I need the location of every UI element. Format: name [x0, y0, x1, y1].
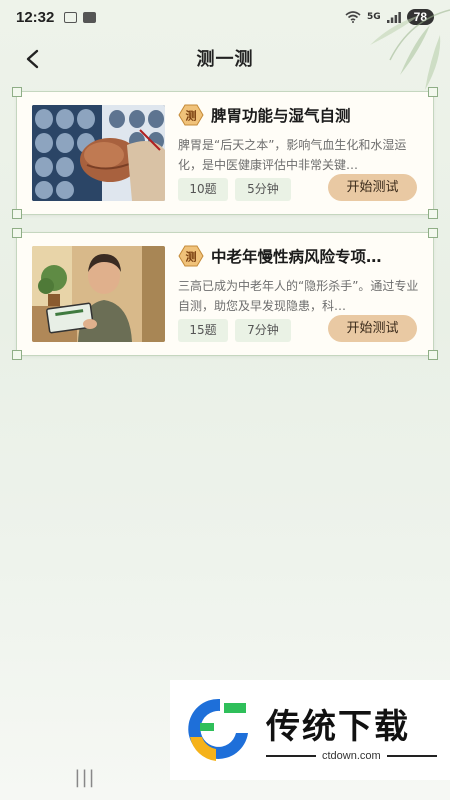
question-count-tag: 15题 [178, 319, 228, 342]
card-corner-ornament [428, 87, 438, 97]
page-title: 测一测 [196, 49, 254, 70]
card-title: 中老年慢性病风险专项… [211, 248, 382, 266]
svg-text:测: 测 [186, 109, 197, 123]
watermark-title: 传统下载 [266, 706, 410, 747]
recent-apps-button[interactable]: ||| [74, 767, 95, 788]
card-corner-ornament [428, 228, 438, 238]
card-corner-ornament [12, 350, 22, 360]
card-corner-ornament [428, 209, 438, 219]
duration-tag: 7分钟 [235, 319, 291, 342]
card-corner-ornament [12, 209, 22, 219]
duration-tag: 5分钟 [235, 178, 291, 201]
card-corner-ornament [428, 350, 438, 360]
quiz-card-chronic-disease[interactable]: 测 中老年慢性病风险专项… 三高已成为中老年人的“隐形杀手”。通过专业自测，助您… [12, 228, 438, 360]
status-time: 12:32 [16, 8, 55, 26]
ctdown-logo [188, 698, 248, 761]
test-badge-icon: 测 [178, 245, 204, 267]
card-title: 脾胃功能与湿气自测 [211, 107, 351, 125]
site-watermark: 传统下载 ctdown.com [170, 680, 450, 780]
card-description: 三高已成为中老年人的“隐形杀手”。通过专业自测，助您及早发现隐患，科… [178, 279, 419, 313]
svg-text:测: 测 [186, 250, 197, 264]
back-button[interactable] [18, 44, 48, 74]
system-nav-bar: ||| [0, 762, 170, 792]
checkbox-notification-icon [83, 11, 97, 23]
page-header: 测一测 [0, 38, 450, 78]
card-corner-ornament [12, 228, 22, 238]
test-badge-icon: 测 [178, 104, 204, 126]
start-test-button[interactable]: 开始测试 [328, 174, 417, 201]
screenshot-icon [64, 11, 78, 23]
quiz-card-spleen-stomach[interactable]: 测 脾胃功能与湿气自测 脾胃是“后天之本”，影响气血生化和水湿运化，是中医健康评… [12, 87, 438, 219]
watermark-divider [386, 754, 437, 757]
watermark-divider [266, 754, 316, 757]
start-test-button[interactable]: 开始测试 [328, 315, 417, 342]
card-thumbnail-brain-scans [32, 105, 165, 201]
card-thumbnail-elderly-woman [32, 246, 165, 342]
card-corner-ornament [12, 87, 22, 97]
card-description: 脾胃是“后天之本”，影响气血生化和水湿运化，是中医健康评估中非常关键… [178, 138, 407, 172]
question-count-tag: 10题 [178, 178, 228, 201]
watermark-url: ctdown.com [322, 749, 381, 762]
chevron-left-icon [26, 49, 39, 69]
